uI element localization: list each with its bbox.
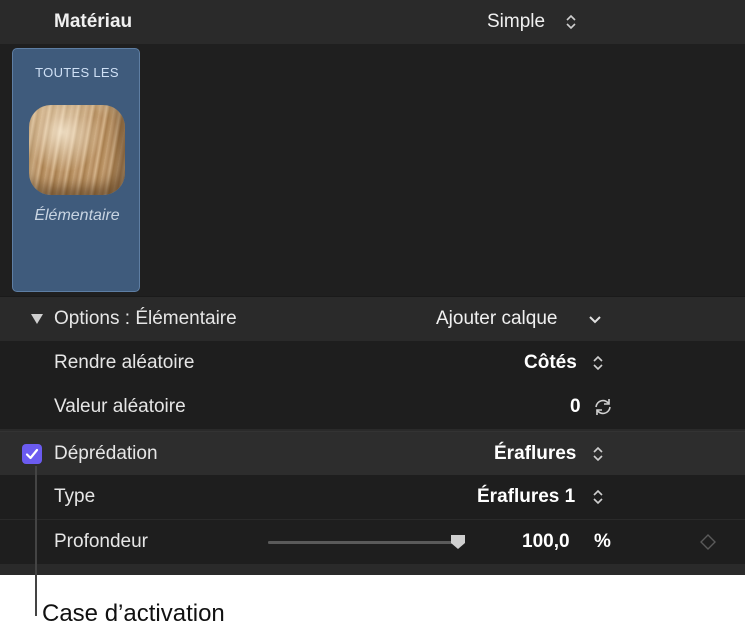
randomize-row: Rendre aléatoire Côtés xyxy=(0,341,745,385)
callout-label: Case d’activation xyxy=(42,600,225,627)
material-browser: TOUTES LES Élémentaire xyxy=(0,44,745,296)
type-label: Type xyxy=(54,486,96,507)
options-label: Options : Élémentaire xyxy=(54,308,237,329)
randomize-label: Rendre aléatoire xyxy=(54,352,195,373)
category-label[interactable]: TOUTES LES xyxy=(13,65,141,80)
callout-line xyxy=(35,466,37,616)
wood-material-thumbnail[interactable] xyxy=(29,105,125,195)
up-down-chevron-icon[interactable] xyxy=(592,432,606,476)
up-down-chevron-icon[interactable] xyxy=(592,475,606,519)
material-type-popup[interactable]: Simple xyxy=(487,0,545,44)
wear-row: Déprédation Éraflures xyxy=(0,431,745,476)
depth-slider[interactable] xyxy=(268,535,465,549)
random-value-field[interactable]: 0 xyxy=(570,385,581,429)
material-tile[interactable]: TOUTES LES Élémentaire xyxy=(12,48,140,292)
wear-activation-checkbox[interactable] xyxy=(22,444,42,464)
depth-label: Profondeur xyxy=(54,531,149,552)
inspector-panel: Matériau Simple TOUTES LES Élémentaire O… xyxy=(0,0,745,575)
type-popup[interactable]: Éraflures 1 xyxy=(477,475,575,519)
slider-thumb-icon[interactable] xyxy=(450,534,466,550)
up-down-chevron-icon[interactable] xyxy=(565,0,579,44)
random-value-label: Valeur aléatoire xyxy=(54,396,186,417)
randomize-popup[interactable]: Côtés xyxy=(524,341,577,385)
depth-slider-fill xyxy=(268,541,458,544)
add-layer-popup[interactable]: Ajouter calque xyxy=(436,297,557,341)
keyframe-diamond-icon[interactable] xyxy=(700,534,716,550)
material-header-row: Matériau Simple xyxy=(0,0,745,44)
depth-row: Profondeur 100,0 % xyxy=(0,520,745,564)
regenerate-icon[interactable] xyxy=(592,385,614,429)
material-name: Élémentaire xyxy=(34,207,120,224)
wear-label: Déprédation xyxy=(54,443,158,464)
up-down-chevron-icon[interactable] xyxy=(592,341,606,385)
depth-unit: % xyxy=(594,531,611,552)
chevron-down-icon[interactable] xyxy=(588,297,602,341)
material-label: Matériau xyxy=(54,11,133,32)
disclosure-triangle-icon[interactable] xyxy=(30,312,44,330)
random-value-row: Valeur aléatoire 0 xyxy=(0,385,745,429)
wear-type-popup[interactable]: Éraflures xyxy=(494,432,576,476)
depth-value-field[interactable]: 100,0 xyxy=(522,520,570,564)
options-row: Options : Élémentaire Ajouter calque xyxy=(0,297,745,341)
type-row: Type Éraflures 1 xyxy=(0,475,745,519)
